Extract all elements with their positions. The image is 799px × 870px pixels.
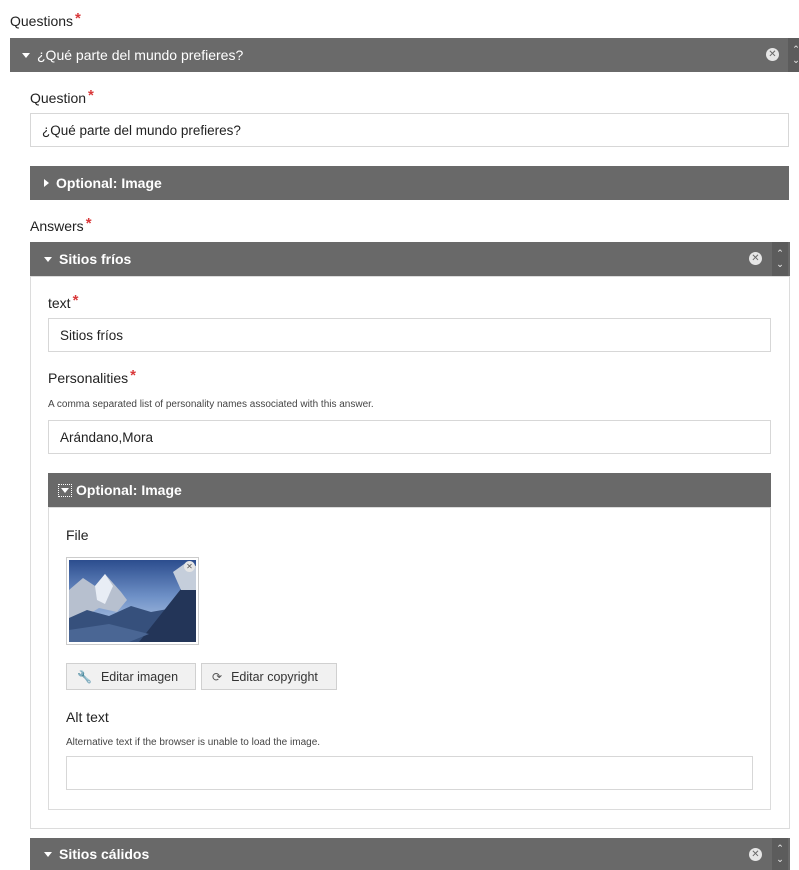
question-item-title: ¿Qué parte del mundo prefieres? <box>37 47 244 63</box>
collapse-arrow-icon[interactable] <box>44 851 52 857</box>
answer-2-title: Sitios cálidos <box>59 846 150 862</box>
answer-2-header[interactable]: Sitios cálidos ✕ ⌃ ⌄ <box>30 838 790 870</box>
expand-arrow-icon[interactable] <box>44 179 49 187</box>
alt-text-description: Alternative text if the browser is unabl… <box>66 737 321 748</box>
answers-label: Answers * <box>30 215 92 235</box>
question-optional-image-label: Optional: Image <box>56 175 162 191</box>
order-icon[interactable]: ⌃ ⌄ <box>788 38 799 72</box>
question-input[interactable]: ¿Qué parte del mundo prefieres? <box>30 113 789 147</box>
personalities-field-label: Personalities * <box>48 367 136 387</box>
edit-image-button-label: Editar imagen <box>100 669 179 684</box>
personalities-label-text: Personalities <box>48 370 129 386</box>
close-icon[interactable]: ✕ <box>749 252 762 265</box>
answers-label-text: Answers <box>30 218 84 234</box>
collapse-arrow-icon[interactable] <box>22 52 30 58</box>
collapse-box-icon[interactable] <box>58 483 72 497</box>
close-icon[interactable]: ✕ <box>766 48 779 61</box>
question-item-header[interactable]: ¿Qué parte del mundo prefieres? ✕ ⌃ ⌄ <box>10 38 799 72</box>
close-icon[interactable]: ✕ <box>749 848 762 861</box>
file-label: File <box>66 527 89 543</box>
remove-image-icon[interactable]: ✕ <box>184 561 195 572</box>
personalities-description: A comma separated list of personality na… <box>48 399 374 410</box>
required-mark: * <box>72 292 79 309</box>
mountain-landscape-image <box>69 560 196 642</box>
questions-label-text: Questions <box>10 13 74 29</box>
question-optional-image-header[interactable]: Optional: Image <box>30 166 789 200</box>
edit-copyright-button[interactable]: ⟳ Editar copyright <box>201 663 337 690</box>
image-thumbnail[interactable]: ✕ <box>66 557 199 645</box>
text-field-label: text * <box>48 292 79 312</box>
question-field-label: Question * <box>30 87 94 107</box>
edit-copyright-button-label: Editar copyright <box>231 669 318 684</box>
required-mark: * <box>75 10 81 27</box>
text-input-value: Sitios fríos <box>60 327 124 343</box>
personalities-input-value: Arándano,Mora <box>60 429 154 445</box>
questions-label: Questions * <box>10 10 81 30</box>
required-mark: * <box>130 367 136 384</box>
text-input[interactable]: Sitios fríos <box>48 318 771 352</box>
personalities-input[interactable]: Arándano,Mora <box>48 420 771 454</box>
answer-1-header[interactable]: Sitios fríos ✕ ⌃ ⌄ <box>30 242 790 276</box>
answer-optional-image-header[interactable]: Optional: Image <box>48 473 771 507</box>
question-label-text: Question <box>30 90 87 106</box>
order-icon[interactable]: ⌃ ⌄ <box>772 242 788 276</box>
order-icon[interactable]: ⌃ ⌄ <box>772 838 788 870</box>
required-mark: * <box>85 215 92 232</box>
alt-text-input[interactable] <box>66 756 753 790</box>
copyright-icon: ⟳ <box>212 669 223 684</box>
edit-image-button[interactable]: 🔧 Editar imagen <box>66 663 196 690</box>
collapse-arrow-icon[interactable] <box>44 256 52 262</box>
answer-1-title: Sitios fríos <box>59 251 132 267</box>
alt-text-label: Alt text <box>66 709 109 725</box>
question-input-value: ¿Qué parte del mundo prefieres? <box>42 122 241 138</box>
required-mark: * <box>88 87 94 104</box>
answer-optional-image-label: Optional: Image <box>76 482 182 498</box>
wrench-icon: 🔧 <box>77 669 92 684</box>
text-label-text: text <box>48 295 71 311</box>
